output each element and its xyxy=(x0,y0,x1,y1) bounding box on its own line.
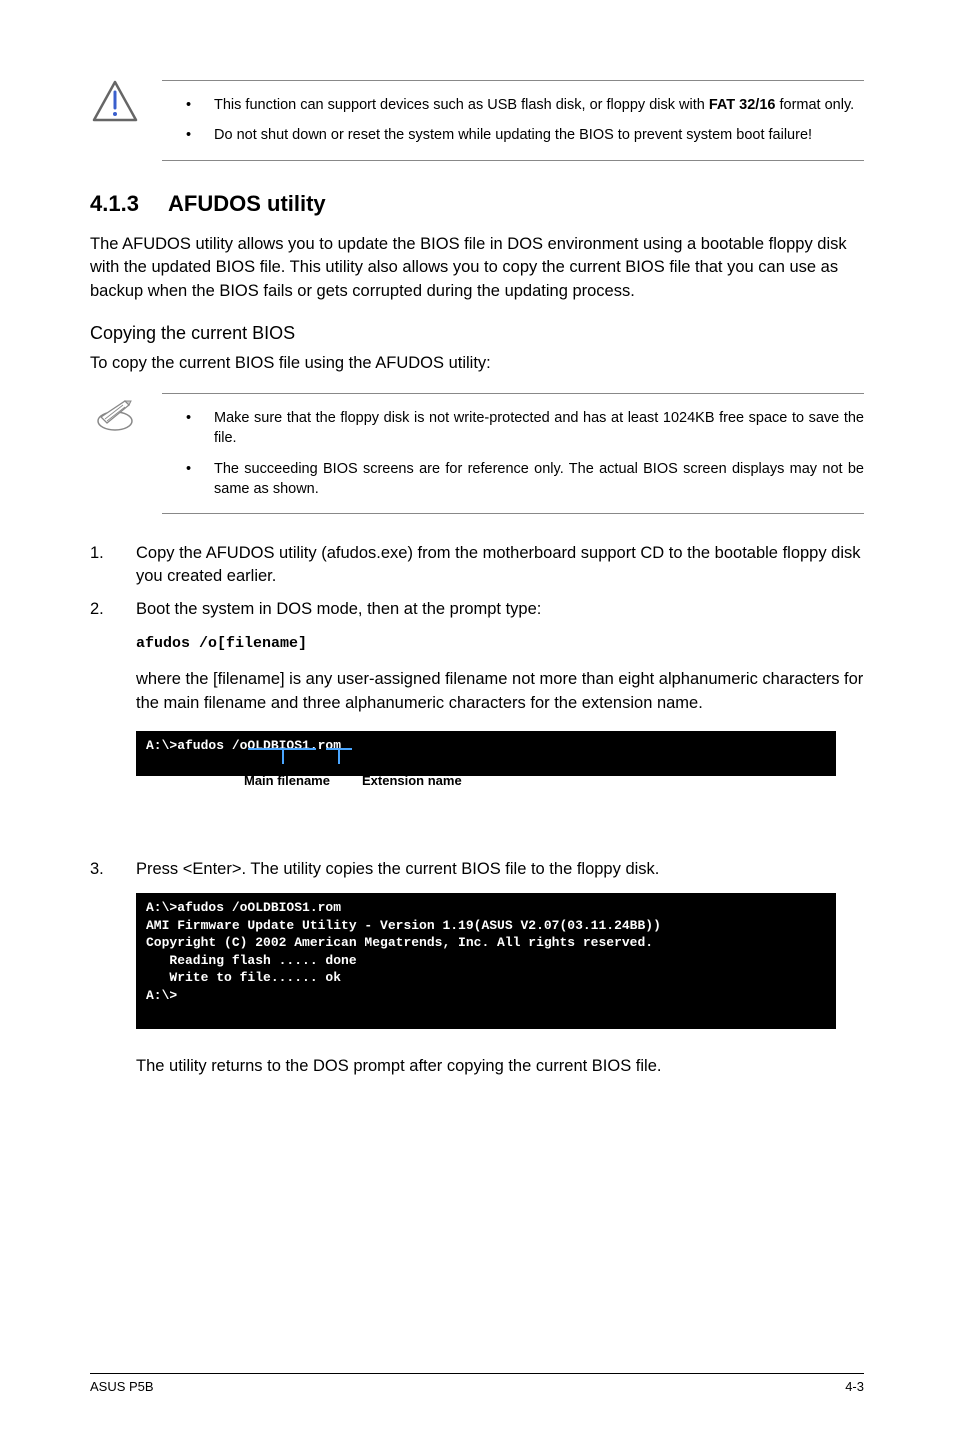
caution-item-2: Do not shut down or reset the system whi… xyxy=(186,125,864,145)
steps-list-cont: 3. Press <Enter>. The utility copies the… xyxy=(90,858,864,881)
terminal-output-2: A:\>afudos /oOLDBIOS1.rom AMI Firmware U… xyxy=(136,893,836,1028)
caution-notice: This function can support devices such a… xyxy=(90,80,864,161)
label-main-filename: Main filename xyxy=(244,772,330,790)
page-footer: ASUS P5B 4-3 xyxy=(90,1373,864,1396)
step-number: 2. xyxy=(90,598,136,621)
caution-item-1: This function can support devices such a… xyxy=(186,95,864,115)
note-item-2: The succeeding BIOS screens are for refe… xyxy=(186,459,864,500)
caution-icon xyxy=(90,80,140,161)
steps-list: 1. Copy the AFUDOS utility (afudos.exe) … xyxy=(90,542,864,621)
terminal-output-1: A:\>afudos /oOLDBIOS1.rom xyxy=(136,731,836,777)
step-text: Copy the AFUDOS utility (afudos.exe) fro… xyxy=(136,542,864,588)
step-1: 1. Copy the AFUDOS utility (afudos.exe) … xyxy=(90,542,864,588)
step-3-follow: The utility returns to the DOS prompt af… xyxy=(136,1055,864,1078)
terminal-line: A:\>afudos /oOLDBIOS1.rom xyxy=(146,899,826,917)
section-heading: 4.1.3AFUDOS utility xyxy=(90,189,864,220)
section-title: AFUDOS utility xyxy=(168,191,326,216)
terminal-line: Copyright (C) 2002 American Megatrends, … xyxy=(146,934,826,952)
section-number: 4.1.3 xyxy=(90,189,168,220)
step-number: 3. xyxy=(90,858,136,881)
step-3: 3. Press <Enter>. The utility copies the… xyxy=(90,858,864,881)
terminal-line: Write to file...... ok xyxy=(146,969,826,987)
terminal-line: A:\> xyxy=(146,987,826,1005)
note-text: Make sure that the floppy disk is not wr… xyxy=(162,393,864,514)
note-icon xyxy=(90,393,140,514)
caution-text: This function can support devices such a… xyxy=(162,80,864,161)
sub-lead: To copy the current BIOS file using the … xyxy=(90,352,864,375)
note-item-1: Make sure that the floppy disk is not wr… xyxy=(186,408,864,449)
intro-paragraph: The AFUDOS utility allows you to update … xyxy=(90,233,864,302)
subheading: Copying the current BIOS xyxy=(90,321,864,346)
terminal-annotations: Main filename Extension name xyxy=(136,786,836,840)
step-text: Boot the system in DOS mode, then at the… xyxy=(136,598,864,621)
step-2-follow: where the [filename] is any user-assigne… xyxy=(136,668,864,714)
step-number: 1. xyxy=(90,542,136,588)
step-2: 2. Boot the system in DOS mode, then at … xyxy=(90,598,864,621)
text-bold: FAT 32/16 xyxy=(709,97,776,113)
terminal-line: Reading flash ..... done xyxy=(146,952,826,970)
text: This function can support devices such a… xyxy=(214,97,709,113)
tick-ext xyxy=(338,750,340,764)
tick-main xyxy=(282,750,284,764)
terminal-line: AMI Firmware Update Utility - Version 1.… xyxy=(146,917,826,935)
footer-right: 4-3 xyxy=(845,1378,864,1396)
terminal-line: A:\>afudos /oOLDBIOS1.rom xyxy=(146,737,826,755)
label-extension-name: Extension name xyxy=(362,772,462,790)
text: Do not shut down or reset the system whi… xyxy=(214,127,812,143)
text: format only. xyxy=(775,97,854,113)
note-notice: Make sure that the floppy disk is not wr… xyxy=(90,393,864,514)
step-text: Press <Enter>. The utility copies the cu… xyxy=(136,858,864,881)
footer-left: ASUS P5B xyxy=(90,1378,154,1396)
command-afudos: afudos /o[filename] xyxy=(136,633,864,654)
